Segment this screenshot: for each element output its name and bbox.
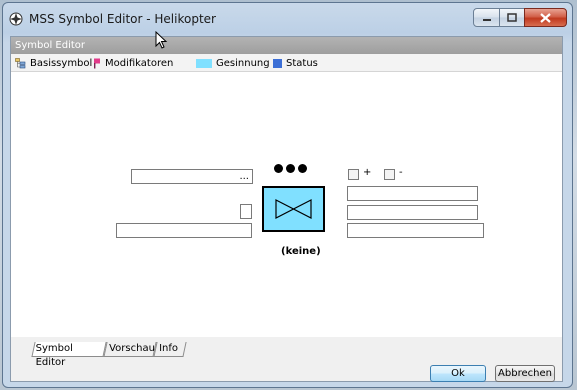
echelon-dots bbox=[274, 164, 307, 173]
ok-button[interactable]: Ok bbox=[430, 365, 486, 382]
toolbar-label: Gesinnung bbox=[216, 58, 270, 69]
dialog-window: MSS Symbol Editor - Helikopter Symbol Ed… bbox=[2, 2, 573, 388]
echelon-dot bbox=[274, 164, 283, 173]
plus-checkbox[interactable] bbox=[348, 169, 359, 180]
toolbar-label: Status bbox=[286, 58, 318, 69]
toolbar-label: Basissymbol bbox=[30, 58, 93, 69]
left-bottom-field[interactable] bbox=[116, 223, 252, 238]
echelon-dot bbox=[286, 164, 295, 173]
toolbar-label: Modifikatoren bbox=[105, 58, 174, 69]
symbol-editor-canvas: ... (keine) + - bbox=[11, 72, 562, 337]
app-crosshair-icon bbox=[9, 12, 23, 26]
minimize-icon bbox=[482, 18, 491, 21]
toolbar-gesinnung[interactable]: Gesinnung bbox=[196, 57, 270, 70]
mouse-cursor-icon bbox=[155, 31, 168, 49]
dialog-footer: Symbol Editor Vorschau Info Ok Abbrechen bbox=[11, 337, 562, 382]
minus-checkbox-label: - bbox=[399, 167, 403, 178]
tab-vorschau[interactable]: Vorschau bbox=[103, 342, 157, 357]
minus-checkbox[interactable] bbox=[384, 169, 395, 180]
left-small-field[interactable] bbox=[240, 204, 252, 219]
plus-checkbox-label: + bbox=[363, 167, 372, 178]
echelon-dot bbox=[298, 164, 307, 173]
right-field-2[interactable] bbox=[347, 205, 478, 220]
right-field-3[interactable] bbox=[347, 223, 484, 238]
cyan-swatch-icon bbox=[196, 59, 212, 68]
tab-symbol-editor[interactable]: Symbol Editor bbox=[31, 342, 107, 368]
bowtie-icon bbox=[275, 199, 312, 219]
maximize-button[interactable] bbox=[499, 8, 525, 27]
close-icon bbox=[540, 12, 551, 23]
blue-swatch-icon bbox=[273, 59, 282, 68]
panel-header: Symbol Editor bbox=[11, 37, 562, 54]
minimize-button[interactable] bbox=[473, 8, 500, 27]
right-field-1[interactable] bbox=[347, 186, 478, 201]
dialog-client-area: Symbol Editor Basissymbol Modifikatoren bbox=[10, 36, 563, 382]
cancel-button[interactable]: Abbrechen bbox=[495, 365, 555, 382]
toolbar-status[interactable]: Status bbox=[273, 57, 318, 70]
toolbar-modifikatoren[interactable]: Modifikatoren bbox=[93, 57, 173, 70]
close-button[interactable] bbox=[524, 8, 567, 27]
pin-icon bbox=[94, 58, 100, 69]
symbol-caption: (keine) bbox=[281, 246, 321, 257]
title-bar[interactable]: MSS Symbol Editor - Helikopter bbox=[3, 3, 572, 35]
tree-icon bbox=[15, 58, 26, 69]
tactical-symbol[interactable] bbox=[262, 186, 325, 232]
maximize-icon bbox=[507, 13, 517, 22]
left-top-field[interactable]: ... bbox=[131, 169, 253, 184]
tab-info[interactable]: Info bbox=[153, 342, 187, 357]
toolbar: Basissymbol Modifikatoren Gesinnung Stat… bbox=[11, 54, 562, 72]
window-title: MSS Symbol Editor - Helikopter bbox=[29, 12, 216, 26]
toolbar-basissymbol[interactable]: Basissymbol bbox=[15, 57, 92, 70]
